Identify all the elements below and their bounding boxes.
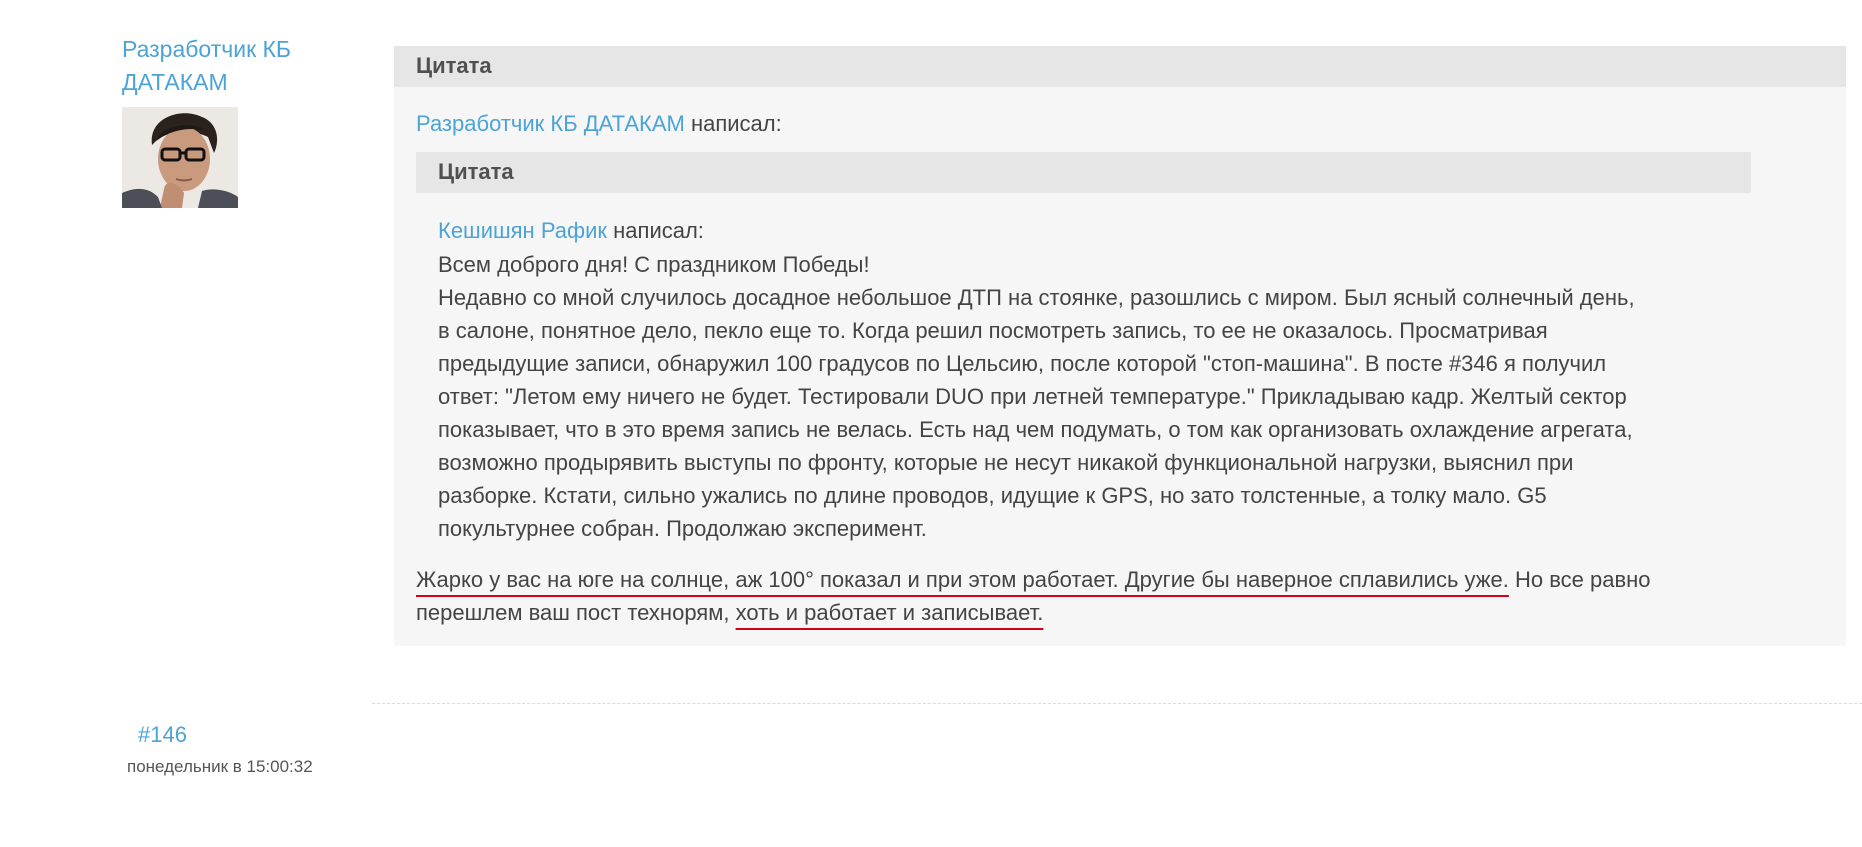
post-timestamp: понедельник в 15:00:32 bbox=[127, 757, 313, 776]
quote-text-line: предыдущие записи, обнаружил 100 градусо… bbox=[438, 351, 1607, 376]
forum-post: Разработчик КБ ДАТАКАМ Цитата Разработчи… bbox=[0, 0, 1862, 847]
quote-header: Цитата bbox=[394, 46, 1846, 87]
quote-text-line: показывает, что в это время запись не ве… bbox=[438, 417, 1633, 442]
nested-quote-body: Всем доброго дня! С праздником Победы! Н… bbox=[438, 248, 1758, 545]
post-divider bbox=[372, 703, 1862, 704]
wrote-label: написал: bbox=[613, 218, 704, 243]
avatar[interactable] bbox=[122, 107, 238, 208]
quote-text-line: ответ: "Летом ему ничего не будет. Тести… bbox=[438, 384, 1627, 409]
avatar-image bbox=[122, 107, 238, 208]
nested-quote-header: Цитата bbox=[416, 152, 1751, 193]
reply-text-segment: перешлем ваш пост технорям, bbox=[416, 600, 736, 625]
quoted-author-link[interactable]: Разработчик КБ ДАТАКАМ bbox=[416, 111, 685, 136]
quote-text-line: разборке. Кстати, сильно ужались по длин… bbox=[438, 483, 1547, 508]
reply-line: перешлем ваш пост технорям, хоть и работ… bbox=[416, 596, 1816, 629]
post-author-link[interactable]: Разработчик КБ ДАТАКАМ bbox=[122, 33, 352, 99]
post-number-link[interactable]: #146 bbox=[138, 720, 187, 750]
outer-quote: Цитата Разработчик КБ ДАТАКАМ написал: Ц… bbox=[394, 46, 1846, 646]
reply-line: Жарко у вас на юге на солнце, аж 100° по… bbox=[416, 563, 1816, 596]
underlined-text: хоть и работает и записывает. bbox=[735, 600, 1044, 625]
quote-text-line: покультурнее собран. Продолжаю экспериме… bbox=[438, 516, 927, 541]
author-name-line1: Разработчик КБ bbox=[122, 36, 292, 62]
reply-text: Жарко у вас на юге на солнце, аж 100° по… bbox=[416, 563, 1816, 629]
quote-text-line: Всем доброго дня! С праздником Победы! bbox=[438, 252, 870, 277]
reply-text-segment: Но все равно bbox=[1508, 567, 1651, 592]
nested-quoted-author-link[interactable]: Кешишян Рафик bbox=[438, 218, 607, 243]
nested-quote-attribution: Кешишян Рафик написал: bbox=[438, 216, 704, 246]
quote-text-line: возможно продырявить выступы по фронту, … bbox=[438, 450, 1574, 475]
underlined-text: Жарко у вас на юге на солнце, аж 100° по… bbox=[416, 567, 1509, 592]
author-name-line2: ДАТАКАМ bbox=[122, 69, 228, 95]
quote-attribution: Разработчик КБ ДАТАКАМ написал: bbox=[416, 109, 782, 139]
quote-text-line: в салоне, понятное дело, пекло еще то. К… bbox=[438, 318, 1548, 343]
quote-text-line: Недавно со мной случилось досадное небол… bbox=[438, 285, 1635, 310]
wrote-label: написал: bbox=[690, 111, 782, 136]
